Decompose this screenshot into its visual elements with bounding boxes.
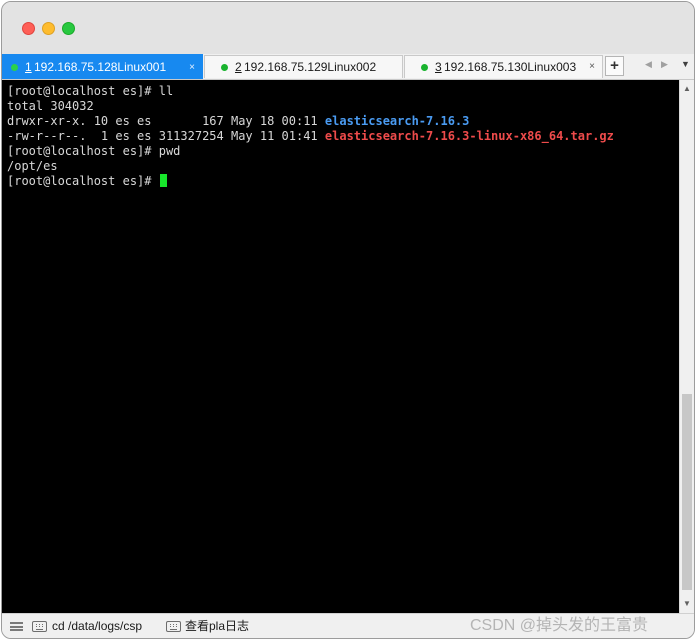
zoom-window-button[interactable] bbox=[62, 22, 75, 35]
shell-prompt: [root@localhost es]# bbox=[7, 84, 159, 98]
shell-prompt: [root@localhost es]# bbox=[7, 144, 159, 158]
csdn-watermark: CSDN @掉头发的王富贵 bbox=[470, 617, 649, 634]
tab-number: 2 bbox=[235, 60, 242, 74]
quick-command-bar: cd /data/logs/csp 查看pla日志 CSDN @掉头发的王富贵 bbox=[2, 613, 694, 638]
session-tab-3[interactable]: 3 192.168.75.130Linux003 × bbox=[404, 55, 603, 78]
terminal-line: total 304032 bbox=[7, 99, 94, 113]
connected-status-dot-icon bbox=[221, 64, 228, 71]
session-tab-bar: 1 192.168.75.128Linux001 × 2 192.168.75.… bbox=[2, 54, 694, 80]
close-tab-icon[interactable]: × bbox=[189, 55, 195, 80]
quick-command-cd-logs[interactable]: cd /data/logs/csp bbox=[52, 619, 142, 634]
command-text: pwd bbox=[158, 144, 181, 158]
session-tab-2[interactable]: 2 192.168.75.129Linux002 bbox=[204, 55, 403, 78]
terminal-line: drwxr-xr-x. 10 es es 167 May 18 00:11 el… bbox=[7, 114, 469, 129]
quick-command-view-pla-log[interactable]: 查看pla日志 bbox=[185, 619, 249, 634]
terminal-line: /opt/es bbox=[7, 159, 58, 173]
terminal-cursor bbox=[159, 174, 167, 187]
menu-icon[interactable] bbox=[10, 622, 23, 631]
directory-name: elasticsearch-7.16.3 bbox=[324, 114, 470, 128]
terminal-window: 1 192.168.75.128Linux001 × 2 192.168.75.… bbox=[1, 1, 695, 639]
shell-prompt: [root@localhost es]# bbox=[7, 174, 159, 188]
title-bar[interactable] bbox=[2, 2, 694, 54]
terminal-output[interactable]: [root@localhost es]# ll total 304032 drw… bbox=[2, 80, 679, 613]
scroll-up-icon[interactable]: ▲ bbox=[683, 84, 691, 93]
tab-label: 192.168.75.129Linux002 bbox=[244, 60, 377, 74]
command-text: ll bbox=[158, 84, 174, 98]
new-tab-button[interactable]: + bbox=[605, 56, 624, 76]
tab-list-menu-icon[interactable]: ▼ bbox=[681, 59, 690, 69]
terminal-line: [root@localhost es]# pwd bbox=[7, 144, 180, 159]
terminal-line: [root@localhost es]# bbox=[7, 174, 167, 189]
connected-status-dot-icon bbox=[11, 64, 18, 71]
listing-metadata: -rw-r--r--. 1 es es 311327254 May 11 01:… bbox=[7, 129, 325, 143]
terminal-scrollbar[interactable]: ▲ ▼ bbox=[679, 80, 694, 613]
scroll-down-icon[interactable]: ▼ bbox=[683, 599, 691, 608]
close-window-button[interactable] bbox=[22, 22, 35, 35]
listing-metadata: drwxr-xr-x. 10 es es 167 May 18 00:11 bbox=[7, 114, 325, 128]
archive-file-name: elasticsearch-7.16.3-linux-x86_64.tar.gz bbox=[324, 129, 614, 143]
tab-number: 3 bbox=[435, 60, 442, 74]
close-tab-icon[interactable]: × bbox=[589, 56, 595, 78]
keyboard-icon bbox=[32, 621, 47, 632]
terminal-line: [root@localhost es]# ll bbox=[7, 84, 173, 99]
scroll-tabs-right-icon[interactable]: ▶ bbox=[661, 59, 668, 70]
scroll-tabs-left-icon[interactable]: ◀ bbox=[645, 59, 652, 70]
scrollbar-thumb[interactable] bbox=[682, 394, 692, 590]
keyboard-icon bbox=[166, 621, 181, 632]
terminal-line: -rw-r--r--. 1 es es 311327254 May 11 01:… bbox=[7, 129, 614, 144]
connected-status-dot-icon bbox=[421, 64, 428, 71]
tab-number: 1 bbox=[25, 60, 32, 74]
minimize-window-button[interactable] bbox=[42, 22, 55, 35]
tab-label: 192.168.75.128Linux001 bbox=[34, 60, 167, 74]
session-tab-1[interactable]: 1 192.168.75.128Linux001 × bbox=[2, 54, 203, 79]
tab-label: 192.168.75.130Linux003 bbox=[444, 60, 577, 74]
